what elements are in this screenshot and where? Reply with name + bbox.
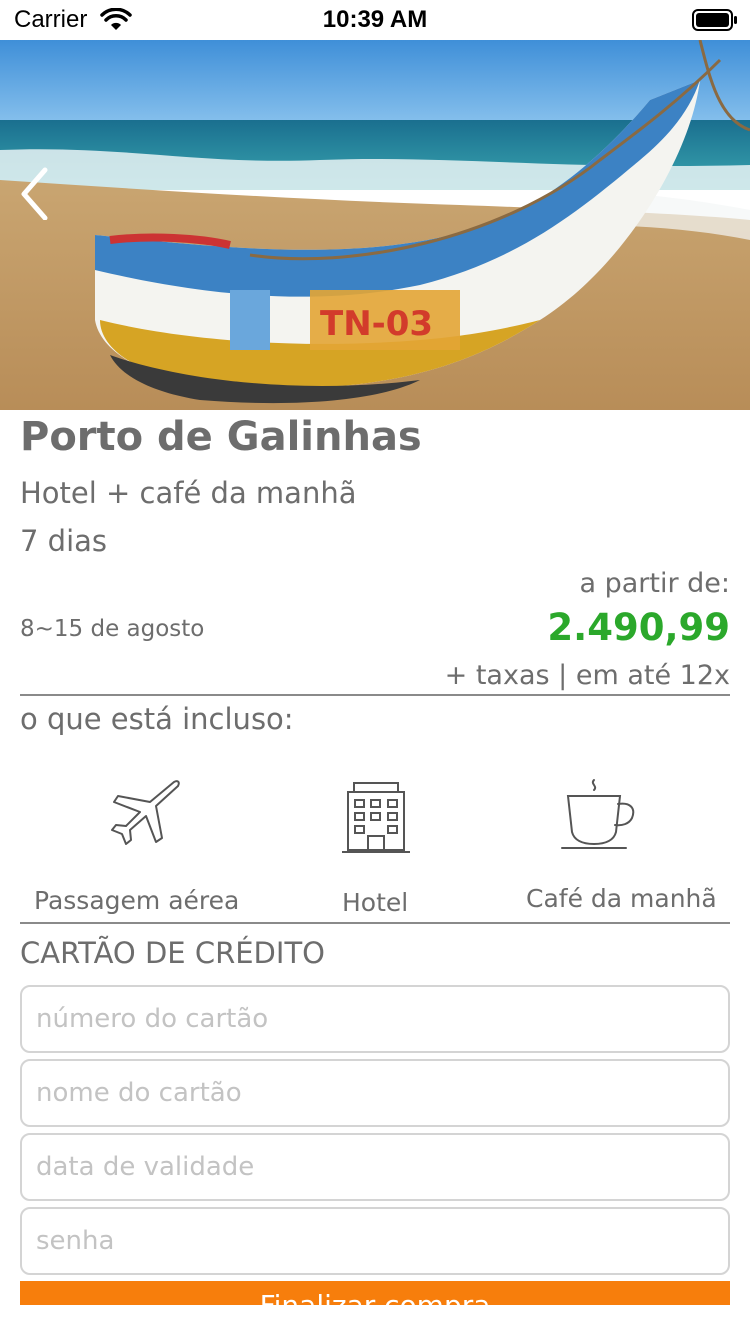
back-chevron-icon[interactable] <box>10 160 60 220</box>
credit-card-heading: CARTÃO DE CRÉDITO <box>20 936 325 970</box>
package-subtitle: Hotel + café da manhã <box>20 476 357 510</box>
coffee-cup-icon <box>561 779 635 849</box>
package-price: 2.490,99 <box>547 606 730 649</box>
divider <box>20 922 730 924</box>
hotel-icon <box>342 782 410 853</box>
clock: 10:39 AM <box>322 6 428 33</box>
card-number-input[interactable] <box>22 987 728 1051</box>
card-number-field[interactable] <box>20 985 730 1053</box>
beach-boat-photo: TN-03 <box>0 40 750 410</box>
card-name-field[interactable] <box>20 1059 730 1127</box>
svg-text:TN-03: TN-03 <box>320 304 433 344</box>
finish-purchase-label: Finalizar compra <box>20 1289 730 1305</box>
airplane-icon <box>111 780 180 845</box>
taxes-installments: + taxas | em até 12x <box>444 660 730 691</box>
travel-dates: 8~15 de agosto <box>20 616 205 642</box>
expiry-date-field[interactable] <box>20 1133 730 1201</box>
included-item-label: Hotel <box>342 888 409 917</box>
included-item-label: Café da manhã <box>526 884 717 913</box>
status-bar: Carrier 10:39 AM <box>0 0 750 40</box>
battery-icon <box>692 9 737 31</box>
expiry-date-input[interactable] <box>22 1135 728 1199</box>
package-title: Porto de Galinhas <box>20 414 422 460</box>
password-input[interactable] <box>22 1209 728 1273</box>
price-from-label: a partir de: <box>579 568 730 599</box>
included-heading: o que está incluso: <box>20 702 294 736</box>
included-item-label: Passagem aérea <box>34 886 240 915</box>
card-name-input[interactable] <box>22 1061 728 1125</box>
divider <box>20 694 730 696</box>
hero-image: TN-03 <box>0 40 750 410</box>
package-duration: 7 dias <box>20 524 108 558</box>
password-field[interactable] <box>20 1207 730 1275</box>
finish-purchase-button[interactable]: Finalizar compra <box>20 1281 730 1305</box>
